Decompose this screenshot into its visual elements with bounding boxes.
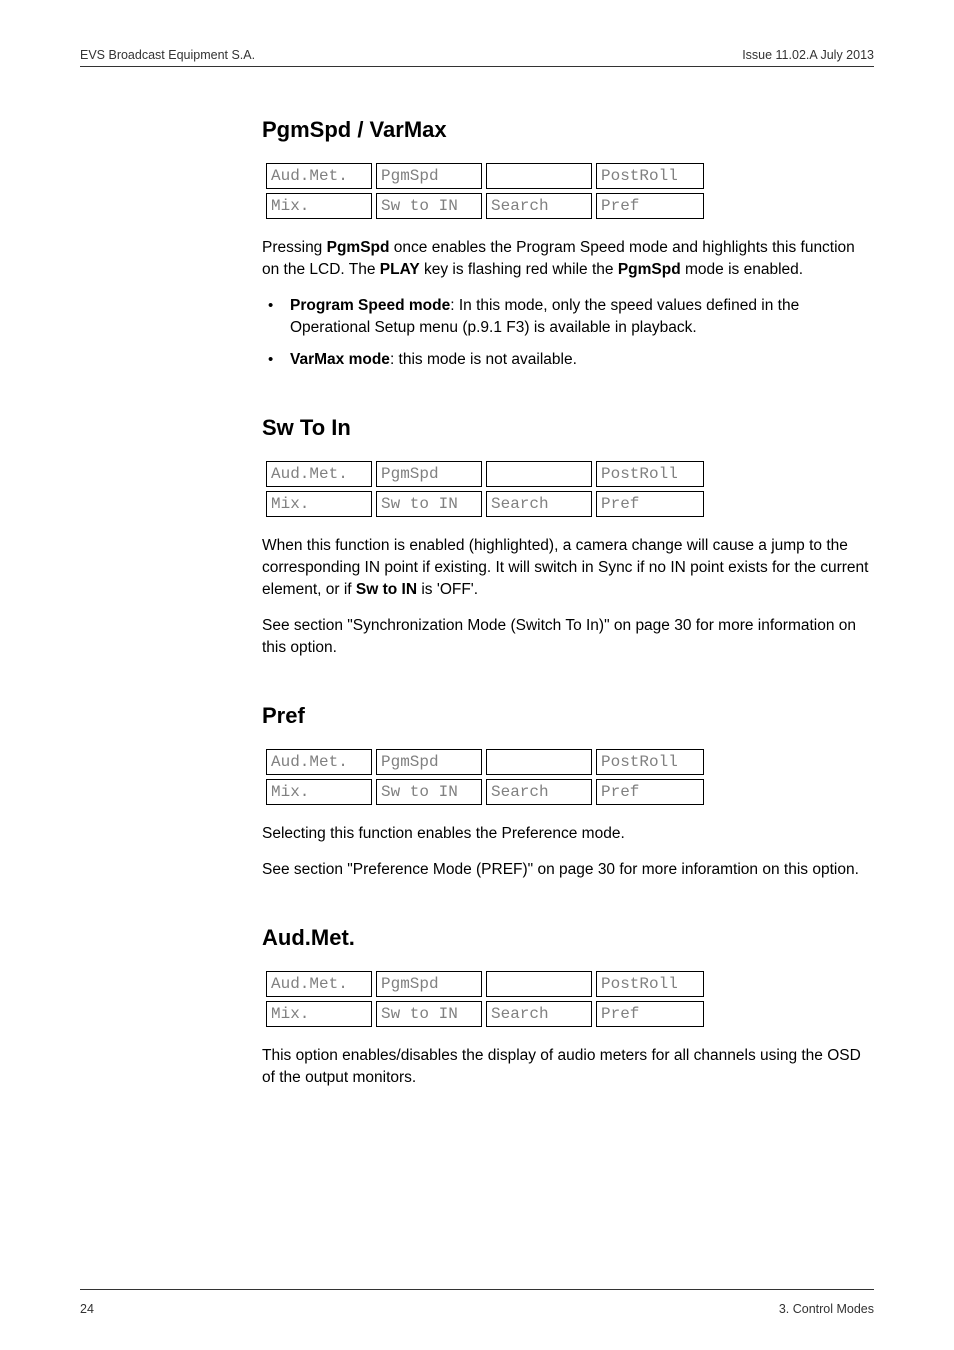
lcd-cell: PgmSpd	[376, 971, 482, 997]
text-bold: Sw to IN	[356, 581, 417, 598]
lcd-cell-highlight: Pref	[596, 779, 704, 805]
footer-rule	[80, 1289, 874, 1290]
text-bold: PLAY	[380, 261, 420, 278]
header-rule	[80, 66, 874, 67]
footer-section: 3. Control Modes	[779, 1302, 874, 1316]
list-item: Program Speed mode: In this mode, only t…	[262, 295, 874, 339]
lcd-cell: PostRoll	[596, 971, 704, 997]
lcd-cell: PgmSpd	[376, 461, 482, 487]
text-run: is 'OFF'.	[417, 581, 478, 598]
lcd-cell: Mix.	[266, 779, 372, 805]
text-run: When this function is enabled (highlight…	[262, 537, 868, 598]
lcd-cell: Mix.	[266, 491, 372, 517]
paragraph: Selecting this function enables the Pref…	[262, 823, 874, 845]
lcd-cell-highlight: PgmSpd	[376, 163, 482, 189]
lcd-table-audmet: Aud.Met. PgmSpd PostRoll Mix. Sw to IN S…	[262, 967, 708, 1031]
text-run: : this mode is not available.	[390, 351, 577, 368]
footer-page-number: 24	[80, 1302, 94, 1316]
list-item: VarMax mode: this mode is not available.	[262, 349, 874, 371]
lcd-cell: Sw to IN	[376, 1001, 482, 1027]
lcd-cell: Mix.	[266, 193, 372, 219]
lcd-table-pref: Aud.Met. PgmSpd PostRoll Mix. Sw to IN S…	[262, 745, 708, 809]
lcd-cell	[486, 461, 592, 487]
lcd-cell: Search	[486, 1001, 592, 1027]
header-left: EVS Broadcast Equipment S.A.	[80, 48, 255, 62]
text-bold: Program Speed mode	[290, 297, 450, 314]
lcd-cell: PgmSpd	[376, 749, 482, 775]
lcd-cell: Pref	[596, 491, 704, 517]
paragraph: Pressing PgmSpd once enables the Program…	[262, 237, 874, 281]
heading-pref: Pref	[262, 703, 874, 729]
heading-aud-met: Aud.Met.	[262, 925, 874, 951]
paragraph: When this function is enabled (highlight…	[262, 535, 874, 601]
lcd-table-swtoin: Aud.Met. PgmSpd PostRoll Mix. Sw to IN S…	[262, 457, 708, 521]
lcd-cell: Sw to IN	[376, 779, 482, 805]
page-footer: 24 3. Control Modes	[80, 1302, 874, 1316]
paragraph: See section "Preference Mode (PREF)" on …	[262, 859, 874, 881]
bullet-list: Program Speed mode: In this mode, only t…	[262, 295, 874, 371]
text-bold: PgmSpd	[618, 261, 681, 278]
lcd-cell: PostRoll	[596, 163, 704, 189]
lcd-cell: Search	[486, 193, 592, 219]
heading-pgmspd-varmax: PgmSpd / VarMax	[262, 117, 874, 143]
lcd-cell: PostRoll	[596, 461, 704, 487]
heading-sw-to-in: Sw To In	[262, 415, 874, 441]
header-right: Issue 11.02.A July 2013	[742, 48, 874, 62]
lcd-cell: PostRoll	[596, 749, 704, 775]
page-header: EVS Broadcast Equipment S.A. Issue 11.02…	[80, 48, 874, 62]
lcd-cell-highlight: Aud.Met.	[266, 971, 372, 997]
lcd-table-pgmspd: Aud.Met. PgmSpd PostRoll Mix. Sw to IN S…	[262, 159, 708, 223]
lcd-cell: Pref	[596, 193, 704, 219]
text-run: mode is enabled.	[681, 261, 803, 278]
content-area: PgmSpd / VarMax Aud.Met. PgmSpd PostRoll…	[262, 117, 874, 1089]
lcd-cell: Search	[486, 491, 592, 517]
lcd-cell: Search	[486, 779, 592, 805]
paragraph: This option enables/disables the display…	[262, 1045, 874, 1089]
lcd-cell: Sw to IN	[376, 193, 482, 219]
lcd-cell: Pref	[596, 1001, 704, 1027]
lcd-cell: Mix.	[266, 1001, 372, 1027]
lcd-cell: Aud.Met.	[266, 163, 372, 189]
text-run: key is flashing red while the	[420, 261, 618, 278]
text-bold: VarMax mode	[290, 351, 390, 368]
lcd-cell: Aud.Met.	[266, 749, 372, 775]
lcd-cell-highlight: Sw to IN	[376, 491, 482, 517]
lcd-cell: Aud.Met.	[266, 461, 372, 487]
lcd-cell	[486, 749, 592, 775]
paragraph: See section "Synchronization Mode (Switc…	[262, 615, 874, 659]
lcd-cell	[486, 971, 592, 997]
text-bold: PgmSpd	[327, 239, 390, 256]
text-run: Pressing	[262, 239, 327, 256]
lcd-cell	[486, 163, 592, 189]
page: EVS Broadcast Equipment S.A. Issue 11.02…	[0, 0, 954, 1350]
